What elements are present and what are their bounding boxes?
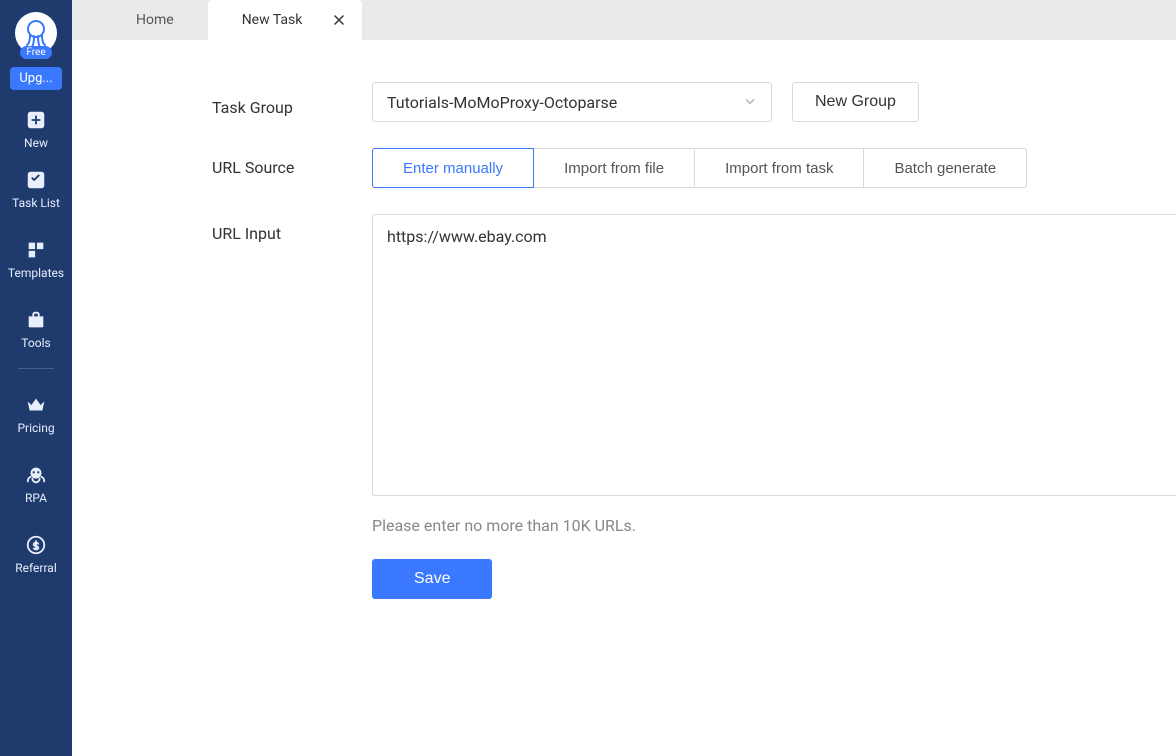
robot-icon bbox=[24, 463, 48, 487]
sidebar: Free Upg... New Task List Templates Tool… bbox=[0, 0, 72, 756]
tab-home[interactable]: Home bbox=[102, 0, 208, 40]
sidebar-logo-wrap: Free Upg... bbox=[10, 12, 62, 90]
sidebar-item-label: New bbox=[24, 136, 48, 150]
label-url-source: URL Source bbox=[72, 148, 372, 177]
sidebar-item-pricing[interactable]: Pricing bbox=[0, 393, 72, 435]
tabbar: Home New Task bbox=[72, 0, 1176, 40]
tab-label: New Task bbox=[242, 12, 303, 28]
templates-icon bbox=[24, 238, 48, 262]
seg-enter-manually[interactable]: Enter manually bbox=[372, 148, 534, 188]
toolbox-icon bbox=[24, 308, 48, 332]
upgrade-button[interactable]: Upg... bbox=[10, 67, 62, 90]
url-input[interactable] bbox=[372, 214, 1176, 496]
free-badge: Free bbox=[20, 46, 51, 59]
sidebar-item-referral[interactable]: Referral bbox=[0, 533, 72, 575]
task-group-select[interactable]: Tutorials-MoMoProxy-Octoparse bbox=[372, 82, 772, 122]
url-source-segmented: Enter manually Import from file Import f… bbox=[372, 148, 1176, 188]
sidebar-item-label: RPA bbox=[25, 491, 47, 505]
seg-import-task[interactable]: Import from task bbox=[694, 148, 864, 188]
plus-square-icon bbox=[24, 108, 48, 132]
sidebar-item-label: Pricing bbox=[17, 421, 54, 435]
tab-label: Home bbox=[136, 12, 174, 28]
tab-new-task[interactable]: New Task bbox=[208, 0, 363, 40]
close-icon[interactable] bbox=[332, 13, 346, 27]
checklist-icon bbox=[24, 168, 48, 192]
url-hint: Please enter no more than 10K URLs. bbox=[372, 516, 1176, 535]
sidebar-item-label: Task List bbox=[12, 196, 60, 210]
chevron-down-icon bbox=[743, 93, 757, 112]
sidebar-item-label: Referral bbox=[15, 561, 57, 575]
save-button[interactable]: Save bbox=[372, 559, 492, 599]
sidebar-item-label: Tools bbox=[21, 336, 50, 350]
sidebar-item-rpa[interactable]: RPA bbox=[0, 463, 72, 505]
dollar-circle-icon bbox=[24, 533, 48, 557]
content: Task Group Tutorials-MoMoProxy-Octoparse… bbox=[72, 40, 1176, 756]
sidebar-item-new[interactable]: New bbox=[0, 108, 72, 150]
task-group-value: Tutorials-MoMoProxy-Octoparse bbox=[387, 93, 617, 112]
row-url-source: URL Source Enter manually Import from fi… bbox=[72, 148, 1176, 188]
seg-batch-generate[interactable]: Batch generate bbox=[863, 148, 1027, 188]
label-url-input: URL Input bbox=[72, 214, 372, 243]
label-task-group: Task Group bbox=[72, 88, 372, 117]
seg-import-file[interactable]: Import from file bbox=[533, 148, 695, 188]
sidebar-item-tasklist[interactable]: Task List bbox=[0, 168, 72, 210]
sidebar-item-templates[interactable]: Templates bbox=[0, 238, 72, 280]
octoparse-logo-icon bbox=[20, 17, 52, 49]
new-group-button[interactable]: New Group bbox=[792, 82, 919, 122]
sidebar-item-label: Templates bbox=[8, 266, 64, 280]
crown-icon bbox=[24, 393, 48, 417]
sidebar-divider bbox=[18, 368, 54, 369]
sidebar-item-tools[interactable]: Tools bbox=[0, 308, 72, 350]
row-url-input: URL Input Please enter no more than 10K … bbox=[72, 214, 1176, 599]
main: Home New Task Task Group Tutorials-MoMoP… bbox=[72, 0, 1176, 756]
row-task-group: Task Group Tutorials-MoMoProxy-Octoparse… bbox=[72, 82, 1176, 122]
